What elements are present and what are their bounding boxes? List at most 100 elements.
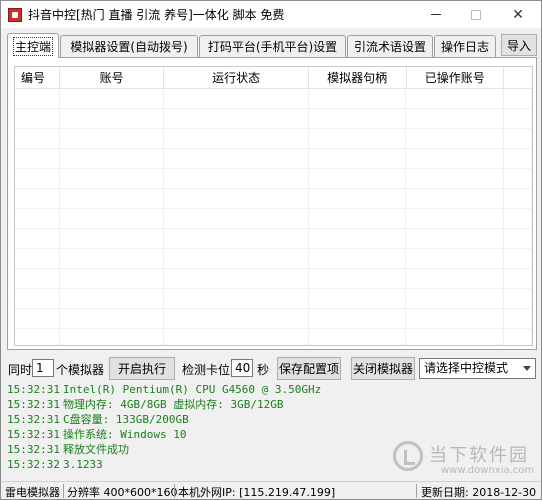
empty-grid-cell xyxy=(504,149,532,169)
empty-grid-cell xyxy=(164,209,309,229)
empty-grid-cell xyxy=(504,229,532,249)
emulator-unit-label: 个模拟器 xyxy=(56,363,105,377)
empty-grid-cell xyxy=(15,209,60,229)
maximize-button[interactable] xyxy=(453,1,499,28)
log-line: 15:32:31 物理内存: 4GB/8GB 虚拟内存: 3GB/12GB xyxy=(7,397,537,412)
tab-main-control[interactable]: 主控端 xyxy=(7,33,59,58)
empty-grid-cell xyxy=(164,169,309,189)
empty-grid-cell xyxy=(309,169,407,189)
empty-grid-cell xyxy=(60,329,165,345)
empty-grid-cell xyxy=(15,149,60,169)
log-text: 释放文件成功 xyxy=(63,443,129,456)
log-line: 15:32:31 释放文件成功 xyxy=(7,442,537,457)
title-bar[interactable]: 抖音中控[热门 直播 引流 养号]一体化 脚本 免费 ✕ xyxy=(1,1,541,28)
empty-grid-row xyxy=(15,289,532,309)
account-table[interactable]: 编号 账号 运行状态 模拟器句柄 已操作账号 xyxy=(14,66,533,346)
log-time: 15:32:31 xyxy=(7,443,60,456)
empty-grid-cell xyxy=(164,309,309,329)
column-header-filler xyxy=(504,67,532,89)
empty-grid-cell xyxy=(406,329,505,345)
log-time: 15:32:31 xyxy=(7,413,60,426)
log-time: 15:32:31 xyxy=(7,398,60,411)
tab-emulator-settings[interactable]: 模拟器设置(自动拨号) xyxy=(60,35,198,57)
status-separator xyxy=(416,484,417,498)
empty-grid-row xyxy=(15,109,532,129)
empty-grid-cell xyxy=(15,309,60,329)
empty-grid-cell xyxy=(60,249,165,269)
empty-grid-cell xyxy=(406,89,505,109)
tab-traffic-phrases[interactable]: 引流术语设置 xyxy=(347,35,433,57)
empty-grid-row xyxy=(15,169,532,189)
empty-grid-row xyxy=(15,89,532,109)
empty-grid-cell xyxy=(60,149,165,169)
log-time: 15:32:31 xyxy=(7,428,60,441)
tab-label: 操作日志 xyxy=(440,40,489,54)
status-emulator: 雷电模拟器 xyxy=(5,486,60,499)
seconds-label: 秒 xyxy=(257,363,270,377)
empty-grid-row xyxy=(15,229,532,249)
empty-grid-cell xyxy=(60,229,165,249)
empty-grid-cell xyxy=(164,269,309,289)
empty-grid-cell xyxy=(406,309,505,329)
detect-seconds-input[interactable]: 40 xyxy=(231,359,253,377)
log-line: 15:32:32 3.1233 xyxy=(7,457,537,472)
empty-grid-cell xyxy=(309,209,407,229)
empty-grid-cell xyxy=(15,109,60,129)
empty-grid-cell xyxy=(60,269,165,289)
column-header-operated-accounts[interactable]: 已操作账号 xyxy=(407,67,505,89)
close-emulator-button[interactable]: 关闭模拟器 xyxy=(351,357,415,380)
empty-grid-cell xyxy=(15,229,60,249)
log-text: 物理内存: 4GB/8GB 虚拟内存: 3GB/12GB xyxy=(63,398,284,411)
empty-grid-cell xyxy=(15,249,60,269)
status-update-date: 更新日期: 2018-12-30 xyxy=(421,486,537,499)
status-separator xyxy=(174,484,175,498)
empty-grid-cell xyxy=(309,89,407,109)
control-mode-select[interactable]: 请选择中控模式 xyxy=(419,358,536,379)
start-execution-button[interactable]: 开启执行 xyxy=(109,357,175,380)
column-header-emulator-handle[interactable]: 模拟器句柄 xyxy=(309,67,407,89)
empty-grid-cell xyxy=(406,209,505,229)
column-header-account[interactable]: 账号 xyxy=(60,67,165,89)
log-output: 15:32:31 Intel(R) Pentium(R) CPU G4560 @ … xyxy=(7,382,537,477)
empty-grid-row xyxy=(15,269,532,289)
column-header-status[interactable]: 运行状态 xyxy=(164,67,309,89)
import-button[interactable]: 导入 xyxy=(501,34,537,56)
concurrent-count-input[interactable]: 1 xyxy=(32,359,54,377)
tab-label: 引流术语设置 xyxy=(353,40,426,54)
close-button[interactable]: ✕ xyxy=(495,1,541,28)
log-text: Intel(R) Pentium(R) CPU G4560 @ 3.50GHz xyxy=(63,383,322,396)
empty-grid-row xyxy=(15,189,532,209)
empty-grid-cell xyxy=(406,229,505,249)
empty-grid-cell xyxy=(15,269,60,289)
save-config-button[interactable]: 保存配置项 xyxy=(277,357,341,380)
column-header-id[interactable]: 编号 xyxy=(15,67,60,89)
empty-grid-cell xyxy=(60,109,165,129)
empty-grid-cell xyxy=(309,189,407,209)
empty-grid-row xyxy=(15,329,532,345)
table-body xyxy=(15,89,532,345)
empty-grid-cell xyxy=(504,129,532,149)
status-separator xyxy=(63,484,64,498)
empty-grid-row xyxy=(15,309,532,329)
tab-operation-log[interactable]: 操作日志 xyxy=(434,35,496,57)
tab-label: 模拟器设置(自动拨号) xyxy=(70,40,188,54)
empty-grid-cell xyxy=(164,289,309,309)
close-icon: ✕ xyxy=(512,6,524,23)
empty-grid-cell xyxy=(406,189,505,209)
empty-grid-cell xyxy=(504,89,532,109)
window-title: 抖音中控[热门 直播 引流 养号]一体化 脚本 免费 xyxy=(28,8,285,22)
maximize-icon xyxy=(471,9,481,20)
empty-grid-cell xyxy=(15,329,60,345)
tab-captcha-platform[interactable]: 打码平台(手机平台)设置 xyxy=(199,35,346,57)
empty-grid-cell xyxy=(309,249,407,269)
empty-grid-cell xyxy=(164,189,309,209)
empty-grid-cell xyxy=(504,309,532,329)
minimize-icon xyxy=(431,14,441,15)
log-line: 15:32:31 操作系统: Windows 10 xyxy=(7,427,537,442)
status-external-ip: 本机外网IP: [115.219.47.199] xyxy=(178,486,336,499)
empty-grid-cell xyxy=(164,149,309,169)
concurrent-label: 同时 xyxy=(8,363,33,377)
status-bar: 雷电模拟器 分辨率 400*600*160 本机外网IP: [115.219.4… xyxy=(1,481,541,499)
empty-grid-cell xyxy=(15,89,60,109)
empty-grid-cell xyxy=(504,329,532,345)
